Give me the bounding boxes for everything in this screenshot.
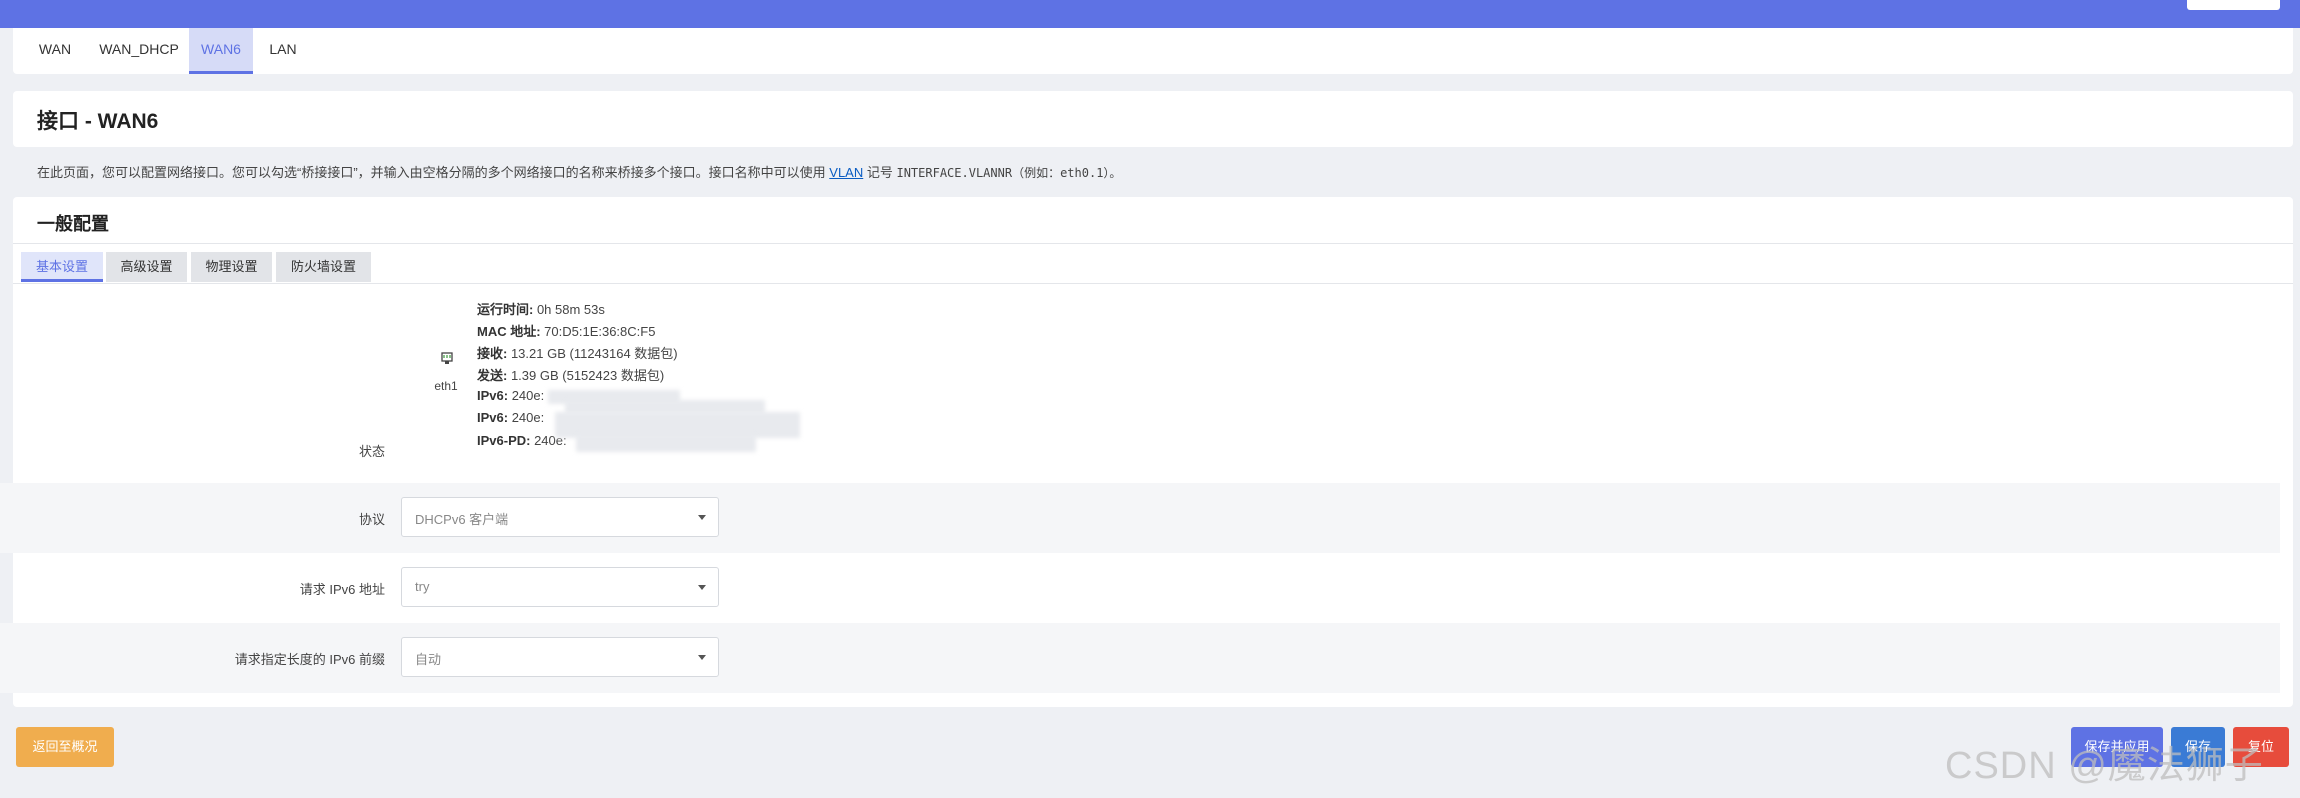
tab-wan6[interactable]: WAN6 — [189, 28, 253, 74]
mac-value: 70:D5:1E:36:8C:F5 — [540, 324, 656, 339]
status-uptime: 运行时间: 0h 58m 53s — [477, 299, 605, 318]
description-text-mid: 记号 — [863, 165, 897, 180]
chevron-down-icon — [698, 515, 706, 520]
status-ipv6-2: IPv6: 240e: — [477, 410, 544, 425]
page-description: 在此页面，您可以配置网络接口。您可以勾选“桥接接口”，并输入由空格分隔的多个网络… — [37, 162, 1121, 181]
request-ipv6-label: 请求 IPv6 地址 — [299, 582, 385, 597]
protocol-value: DHCPv6 客户端 — [415, 512, 509, 527]
topbar-button[interactable] — [2187, 0, 2280, 10]
ipv6-value: 240e: — [508, 410, 545, 425]
rx-value: 13.21 GB (11243164 数据包) — [507, 346, 678, 361]
divider — [13, 243, 2293, 244]
ipv6-value: 240e: — [508, 388, 545, 403]
prefix-length-select[interactable]: 自动 — [401, 637, 719, 677]
subtab-physical[interactable]: 物理设置 — [191, 252, 272, 282]
description-text: 在此页面，您可以配置网络接口。您可以勾选“桥接接口”，并输入由空格分隔的多个网络… — [37, 165, 830, 180]
watermark: CSDN @魔法狮子 — [1945, 745, 2264, 787]
status-ipv6-1: IPv6: 240e: — [477, 388, 544, 403]
chevron-down-icon — [698, 655, 706, 660]
back-to-overview-button[interactable]: 返回至概况 — [16, 727, 114, 767]
vlan-notation: INTERFACE.VLANNR — [896, 166, 1013, 180]
uptime-value: 0h 58m 53s — [533, 302, 605, 317]
interface-name: eth1 — [434, 379, 458, 393]
status-label: 状态 — [358, 444, 385, 459]
title-card: 接口 - WAN6 — [13, 91, 2293, 147]
status-ipv6-pd: IPv6-PD: 240e: — [477, 433, 567, 448]
top-bar — [0, 0, 2300, 28]
tx-label: 发送: — [477, 368, 508, 383]
ipv6-label: IPv6: — [477, 388, 509, 403]
prefix-length-value: 自动 — [415, 652, 442, 667]
protocol-label: 协议 — [358, 512, 385, 527]
mac-label: MAC 地址: — [477, 324, 541, 339]
page-title: 接口 - WAN6 — [37, 110, 159, 133]
tab-lan[interactable]: LAN — [261, 28, 305, 74]
tab-wan-dhcp[interactable]: WAN_DHCP — [87, 28, 191, 74]
subtab-basic[interactable]: 基本设置 — [21, 252, 103, 282]
protocol-row — [0, 483, 2280, 553]
description-example: （例如：eth0.1）。 — [1012, 166, 1122, 180]
subtab-firewall[interactable]: 防火墙设置 — [276, 252, 371, 282]
ipv6-pd-label: IPv6-PD: — [477, 433, 531, 448]
chevron-down-icon — [698, 585, 706, 590]
status-mac: MAC 地址: 70:D5:1E:36:8C:F5 — [477, 321, 655, 340]
ipv6-label: IPv6: — [477, 410, 509, 425]
ethernet-port-icon — [441, 352, 453, 364]
uptime-label: 运行时间: — [477, 302, 534, 317]
vlan-link[interactable]: VLAN — [829, 165, 863, 180]
divider — [13, 283, 2293, 284]
protocol-select[interactable]: DHCPv6 客户端 — [401, 497, 719, 537]
tx-value: 1.39 GB (5152423 数据包) — [507, 368, 665, 383]
status-rx: 接收: 13.21 GB (11243164 数据包) — [477, 343, 678, 362]
section-title: 一般配置 — [37, 214, 109, 234]
rx-label: 接收: — [477, 346, 508, 361]
status-tx: 发送: 1.39 GB (5152423 数据包) — [477, 365, 664, 384]
request-ipv6-select[interactable]: try — [401, 567, 719, 607]
prefix-length-label: 请求指定长度的 IPv6 前缀 — [234, 652, 385, 667]
redacted-address — [576, 434, 756, 452]
subtab-advanced[interactable]: 高级设置 — [106, 252, 187, 282]
tab-wan[interactable]: WAN — [30, 28, 80, 74]
interface-tabs: WAN WAN_DHCP WAN6 LAN — [13, 28, 2293, 74]
request-ipv6-value: try — [415, 579, 430, 594]
